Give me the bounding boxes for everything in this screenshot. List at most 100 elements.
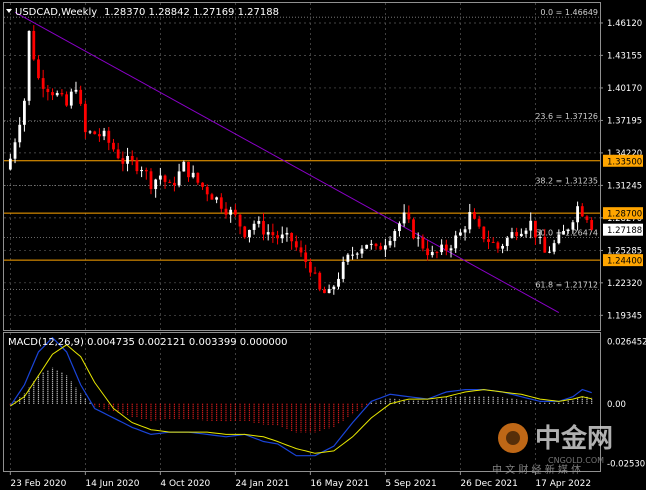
candle-body <box>515 232 519 237</box>
candle-body <box>571 222 575 230</box>
candle-body <box>543 236 547 253</box>
candle-body <box>505 237 509 246</box>
candle-body <box>140 169 144 172</box>
candle-body <box>510 232 514 238</box>
candle-body <box>308 261 312 273</box>
candle-body <box>585 216 589 221</box>
candle-body <box>37 59 40 79</box>
price-tick-label: 1.37195 <box>607 116 642 126</box>
candle-body <box>13 142 17 159</box>
candle-body <box>435 251 439 253</box>
macd-tick-label: -0.025307 <box>607 459 646 469</box>
candle-body <box>337 278 340 287</box>
candle-body <box>426 248 429 256</box>
candles <box>8 25 594 295</box>
candle-body <box>482 226 486 240</box>
candle-body <box>332 286 336 290</box>
candle-body <box>130 155 134 161</box>
candle-body <box>398 223 401 232</box>
candle-body <box>299 247 303 253</box>
candle-body <box>98 134 101 137</box>
dropdown-triangle-icon[interactable] <box>6 9 12 13</box>
candle-body <box>196 172 200 183</box>
candle-body <box>290 232 294 242</box>
candle-body <box>407 212 411 220</box>
candle-body <box>557 234 561 244</box>
candle-body <box>318 272 322 290</box>
candle-body <box>351 254 354 256</box>
candle-body <box>402 212 406 224</box>
candle-body <box>93 131 97 135</box>
candle-body <box>449 248 453 251</box>
candle-body <box>463 229 467 233</box>
trading-chart-window[interactable]: 0.0 = 1.46649 23.6 = 1.37126 38.2 = 1.3123… <box>0 0 646 490</box>
candle-body <box>388 240 392 246</box>
candle-body <box>135 160 139 172</box>
candle-body <box>248 229 251 238</box>
candle-body <box>229 209 233 215</box>
symbol-label: USDCAD,Weekly <box>15 7 97 18</box>
candle-body <box>191 172 195 178</box>
time-tick-label: 16 May 2021 <box>310 479 369 489</box>
candle-body <box>215 197 219 200</box>
candle-body <box>41 78 45 89</box>
candle-body <box>224 208 228 215</box>
candle-body <box>79 89 83 104</box>
candle-body <box>271 232 275 236</box>
candle-body <box>393 231 397 241</box>
price-tick-label: 1.46120 <box>607 19 642 29</box>
candle-body <box>112 142 115 150</box>
candle-body <box>519 233 523 237</box>
level-price-badge-label: 1.24400 <box>607 257 642 267</box>
candle-body <box>116 149 120 159</box>
candle-body <box>158 175 162 180</box>
candle-body <box>23 100 26 125</box>
time-tick-label: 26 Dec 2021 <box>460 479 517 489</box>
candle-body <box>473 212 476 219</box>
fib-label: 0.0 = 1.46649 <box>540 8 598 17</box>
candle-body <box>51 92 54 96</box>
price-axis: 1.461201.431551.401701.371951.342201.312… <box>600 19 643 321</box>
time-tick-label: 24 Jan 2021 <box>235 479 289 489</box>
time-tick-label: 23 Feb 2020 <box>10 479 66 489</box>
candle-body <box>102 130 106 137</box>
candle-body <box>365 244 369 249</box>
candle-body <box>18 124 22 143</box>
macd-tick-label: 0.026452 <box>607 337 646 347</box>
candle-body <box>369 243 373 245</box>
time-tick-label: 4 Oct 2020 <box>160 479 210 489</box>
candle-body <box>276 235 279 239</box>
watermark-tagline: 中 文 财 经 新 媒 体 <box>492 463 581 476</box>
candle-body <box>487 239 490 242</box>
candle-body <box>83 103 87 133</box>
candle-body <box>294 241 298 248</box>
candle-body <box>266 232 270 235</box>
horizontal-levels: 0.0 = 1.46649 23.6 = 1.37126 38.2 = 1.3123… <box>4 8 600 290</box>
candle-body <box>173 182 176 186</box>
chart-canvas[interactable]: 0.0 = 1.46649 23.6 = 1.37126 38.2 = 1.3123… <box>0 0 646 490</box>
candle-body <box>538 236 542 238</box>
candle-body <box>233 209 237 215</box>
candle-body <box>430 251 434 256</box>
candle-body <box>313 272 317 274</box>
candle-body <box>55 93 59 96</box>
candle-body <box>454 235 458 249</box>
watermark: 中金网 CNGOLD.COM 中 文 财 经 新 媒 体 <box>492 423 613 476</box>
candle-body <box>524 230 528 234</box>
candle-body <box>243 226 247 238</box>
candle-body <box>580 206 584 217</box>
candle-body <box>69 91 73 106</box>
candle-body <box>576 206 579 223</box>
candle-body <box>144 169 148 172</box>
candle-body <box>205 186 209 195</box>
candle-body <box>8 158 12 170</box>
candle-body <box>252 223 256 230</box>
candle-body <box>458 232 462 236</box>
watermark-brand: 中金网 <box>535 423 613 454</box>
candle-body <box>491 241 495 243</box>
candle-body <box>304 252 308 262</box>
candle-body <box>341 261 345 279</box>
candle-body <box>126 155 129 164</box>
candle-body <box>285 232 289 235</box>
candle-body <box>280 234 284 239</box>
